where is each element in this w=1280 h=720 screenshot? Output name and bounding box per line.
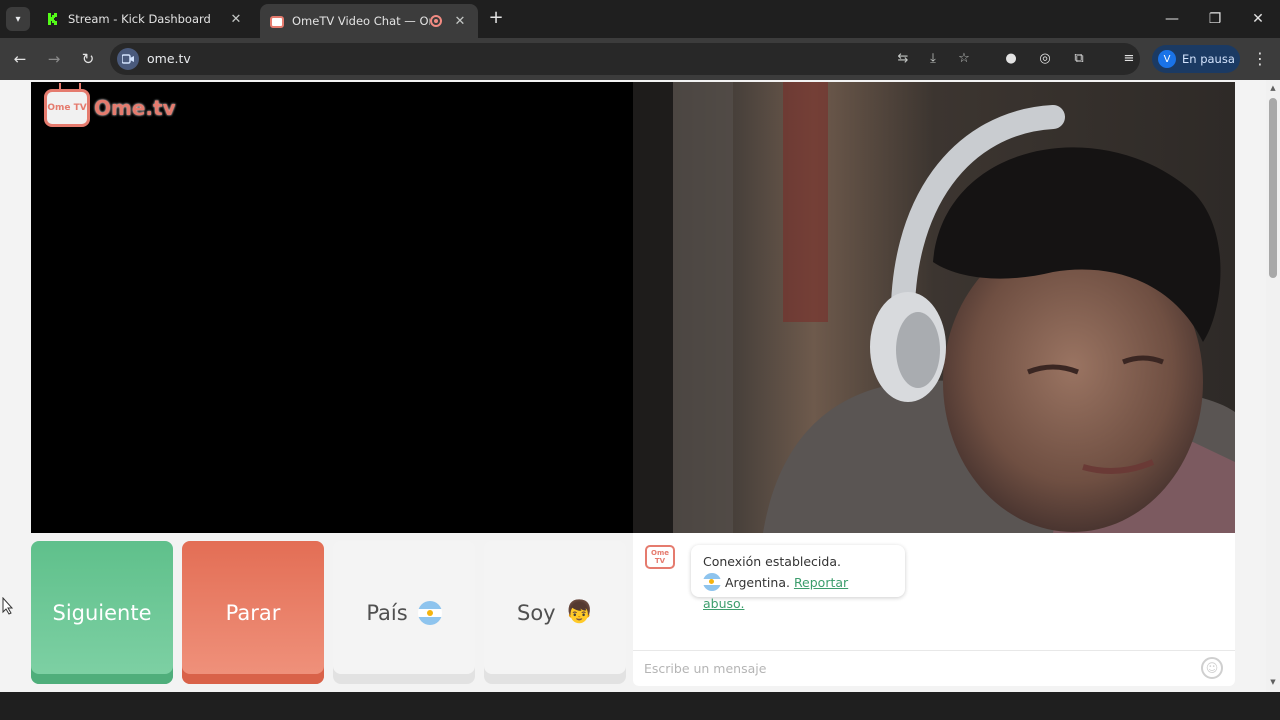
next-button-label: Siguiente — [52, 600, 152, 625]
tab-kick-dashboard[interactable]: Stream - Kick Dashboard ✕ — [36, 4, 254, 34]
bookmark-star-icon[interactable]: ☆ — [956, 51, 972, 67]
stranger-country: Argentina. — [725, 575, 790, 590]
gender-button-label: Soy — [516, 600, 556, 625]
self-video — [633, 82, 1235, 533]
stranger-country-line: Argentina. Reportar abuso. — [703, 572, 893, 614]
window-bottom-edge — [0, 692, 1280, 720]
boy-emoji-icon: 👦 — [565, 600, 593, 625]
argentina-flag-icon — [703, 573, 721, 591]
scrollbar-thumb[interactable] — [1269, 98, 1277, 278]
ometv-logo[interactable]: Ome TV Ome.tv — [44, 89, 176, 127]
forward-icon[interactable]: → — [43, 48, 65, 70]
message-placeholder: Escribe un mensaje — [644, 661, 767, 676]
brand-name: Ome.tv — [94, 96, 176, 120]
scroll-down-icon[interactable]: ▼ — [1269, 678, 1277, 686]
tab-close-icon[interactable]: ✕ — [228, 12, 244, 27]
tab-search-button[interactable]: ▾ — [6, 7, 30, 31]
back-icon[interactable]: ← — [9, 48, 31, 70]
minimize-icon[interactable]: — — [1154, 6, 1190, 32]
recording-icon — [430, 15, 442, 27]
kick-icon — [46, 12, 60, 26]
tab-strip: ▾ Stream - Kick Dashboard ✕ OmeTV Video … — [0, 0, 1280, 38]
next-button[interactable]: Siguiente — [31, 541, 173, 684]
reload-icon[interactable]: ↻ — [77, 48, 99, 70]
extensions-puzzle-icon[interactable]: ⧉ — [1070, 50, 1088, 68]
mouse-cursor-icon — [2, 597, 14, 615]
scroll-up-icon[interactable]: ▲ — [1269, 84, 1277, 92]
close-window-icon[interactable]: ✕ — [1240, 6, 1276, 32]
site-info-icon[interactable] — [117, 48, 139, 70]
argentina-flag-icon — [417, 600, 442, 625]
tab-title: OmeTV Video Chat — Ome — [292, 14, 430, 28]
profile-button[interactable]: V En pausa — [1152, 45, 1240, 73]
browser-toolbar: ← → ↻ ome.tv ⇆ ⤓ ☆ ● ◎ ⧉ ≡ — [0, 38, 1280, 80]
extension-shield-icon[interactable]: ◎ — [1036, 50, 1054, 68]
page-scrollbar[interactable]: ▲ ▼ — [1266, 80, 1280, 692]
ometv-chat-logo-icon: Ome TV — [645, 545, 675, 569]
connection-status: Conexión establecida. — [703, 554, 841, 569]
gender-button[interactable]: Soy 👦 — [484, 541, 626, 684]
address-bar[interactable]: ome.tv ⇆ ⤓ ☆ — [110, 43, 1140, 75]
restore-icon[interactable]: ❐ — [1197, 6, 1233, 32]
tab-title: Stream - Kick Dashboard — [68, 12, 211, 26]
country-button-label: País — [366, 600, 408, 625]
stranger-video — [31, 82, 633, 533]
webcam-feed-image — [633, 82, 1235, 533]
browser-menu-icon[interactable]: ⋮ — [1252, 48, 1268, 70]
chat-panel: Ome TV Conexión establecida. Argentina. … — [633, 533, 1235, 686]
translate-icon[interactable]: ⇆ — [895, 51, 911, 67]
tab-close-icon[interactable]: ✕ — [452, 14, 468, 29]
new-tab-button[interactable]: + — [486, 8, 506, 28]
stop-button[interactable]: Parar — [182, 541, 324, 684]
ometv-icon — [270, 16, 284, 28]
profile-status: En pausa — [1182, 52, 1235, 66]
media-control-icon[interactable]: ≡ — [1120, 50, 1138, 68]
message-input[interactable]: Escribe un mensaje ☺ — [633, 650, 1235, 686]
country-button[interactable]: País — [333, 541, 475, 684]
snapchat-extension-icon[interactable]: ● — [1002, 50, 1020, 68]
tab-ometv[interactable]: OmeTV Video Chat — Ome ✕ — [260, 4, 478, 38]
url-text: ome.tv — [147, 51, 191, 66]
browser-window: ▾ Stream - Kick Dashboard ✕ OmeTV Video … — [0, 0, 1280, 720]
avatar: V — [1158, 50, 1176, 68]
tv-logo-icon: Ome TV — [44, 89, 90, 127]
system-message: Conexión establecida. Argentina. Reporta… — [691, 545, 905, 611]
emoji-icon[interactable]: ☺ — [1201, 657, 1223, 679]
stop-button-label: Parar — [225, 600, 281, 625]
install-app-icon[interactable]: ⤓ — [925, 51, 941, 67]
